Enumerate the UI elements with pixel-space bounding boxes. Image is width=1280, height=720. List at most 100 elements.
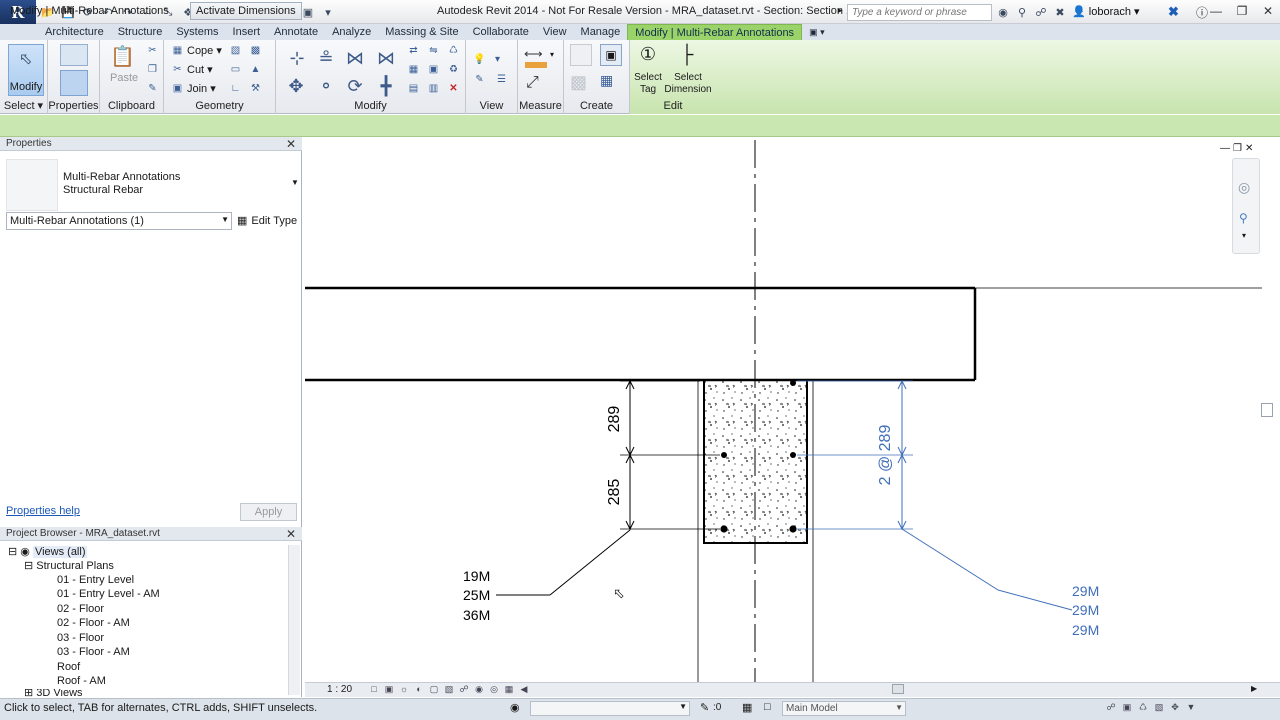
expand-icon[interactable]: ⊞	[24, 689, 33, 697]
crop-view-icon[interactable]: ▢	[428, 683, 440, 695]
properties-close-icon[interactable]: ✕	[286, 137, 296, 151]
dim-label-bottom[interactable]: 285	[606, 479, 623, 506]
tab-modify-multi-rebar-annotations[interactable]: Modify | Multi-Rebar Annotations	[627, 24, 803, 40]
mirror-draw-icon[interactable]: ⋈	[372, 44, 400, 72]
select-pinned-icon[interactable]: ♺	[1137, 701, 1149, 713]
activate-dimensions-button[interactable]: Activate Dimensions	[190, 2, 302, 20]
measure-distance-icon[interactable]: ⟷	[524, 46, 548, 61]
detail-level-icon[interactable]: □	[368, 683, 380, 695]
trim-extend-icon[interactable]: ╋	[372, 72, 400, 100]
rebar-dot[interactable]	[720, 525, 728, 533]
tab-systems[interactable]: Systems	[169, 24, 225, 40]
visual-style-icon[interactable]: ▣	[383, 683, 395, 695]
pin-icon[interactable]: ♺	[446, 43, 461, 58]
ribbon-minimize-icon[interactable]: ▣ ▾	[802, 24, 832, 40]
array-icon[interactable]: ▦	[406, 62, 421, 77]
tab-annotate[interactable]: Annotate	[267, 24, 325, 40]
reveal-hidden-icon[interactable]: ◎	[488, 683, 500, 695]
tab-massing-site[interactable]: Massing & Site	[378, 24, 465, 40]
create-assembly-icon[interactable]	[570, 44, 592, 66]
expand-search-icon[interactable]: ▸	[838, 5, 843, 16]
rotate-icon[interactable]: ⟳	[341, 72, 369, 100]
tree-item[interactable]: Roof - AM	[57, 675, 106, 687]
tab-insert[interactable]: Insert	[226, 24, 268, 40]
rebar-dot[interactable]	[790, 452, 796, 458]
select-dimension-icon[interactable]: ├	[674, 44, 700, 70]
view-scale[interactable]: 1 : 20	[327, 684, 352, 695]
communication-icon[interactable]: ✖	[1052, 4, 1068, 20]
tab-view[interactable]: View	[536, 24, 574, 40]
tab-manage[interactable]: Manage	[574, 24, 628, 40]
project-browser-scrollbar[interactable]	[288, 545, 300, 695]
beam-join-icon[interactable]: ∟	[228, 81, 243, 96]
tree-item[interactable]: Roof	[57, 661, 80, 673]
collapse-icon[interactable]: ⊟	[24, 560, 33, 572]
show-crop-icon[interactable]: ▧	[443, 683, 455, 695]
view-close-icon[interactable]: ✕	[1245, 143, 1253, 154]
select-dimension-button[interactable]: Select Dimension	[663, 72, 713, 96]
rebar-tag-right-3[interactable]: 29M	[1072, 622, 1099, 638]
tab-structure[interactable]: Structure	[111, 24, 170, 40]
trim-multiple-icon[interactable]: ▤	[406, 81, 421, 96]
delete-icon[interactable]: ✕	[446, 81, 461, 96]
split-face-icon[interactable]: ▩	[248, 43, 263, 58]
shadows-icon[interactable]: ◐	[413, 683, 425, 695]
unlocked-view-icon[interactable]: ☍	[458, 683, 470, 695]
copy-icon[interactable]: ⚬	[312, 72, 340, 100]
subscription-icon[interactable]: ☍	[1033, 4, 1049, 20]
drawing-canvas[interactable]: 289 285 19M 25M 36M 2 @ 289 29M 29M 29M	[305, 137, 1280, 682]
copy-to-clipboard-icon[interactable]: ❐	[145, 62, 160, 77]
demolish-icon[interactable]: ▲	[248, 62, 263, 77]
properties-help-link[interactable]: Properties help	[6, 505, 80, 517]
measure-dropdown-icon[interactable]: ▾	[550, 50, 554, 59]
customize-qat-icon[interactable]: ▾	[320, 4, 336, 20]
create-group-icon[interactable]: ▦	[600, 72, 624, 94]
vertical-scroll-thumb[interactable]	[1261, 403, 1273, 417]
cope-button[interactable]: Cope ▾	[187, 44, 222, 57]
cope-icon[interactable]: ▦	[170, 43, 185, 58]
tree-root-views[interactable]: ⊟ ◉ Views (all)	[8, 545, 88, 558]
dimension-icon[interactable]	[525, 62, 547, 68]
scroll-right-icon[interactable]: ▶	[1251, 684, 1257, 693]
editable-only-icon[interactable]: ✎	[700, 701, 709, 714]
tree-item[interactable]: 03 - Floor - AM	[57, 646, 130, 658]
paste-button[interactable]: Paste	[110, 72, 138, 84]
collapse-icon[interactable]: ⊟	[8, 546, 17, 558]
split-element-icon[interactable]: ⇄	[406, 43, 421, 58]
scale-icon[interactable]: ▣	[426, 62, 441, 77]
search-icon[interactable]: ⚲	[1014, 4, 1030, 20]
tab-collaborate[interactable]: Collaborate	[466, 24, 536, 40]
select-tag-icon[interactable]: ①	[636, 44, 660, 70]
horizontal-scroll-thumb[interactable]	[892, 684, 904, 694]
align-icon[interactable]: ⊹	[283, 44, 311, 72]
binoculars-icon[interactable]: ◉	[995, 4, 1011, 20]
project-browser-close-icon[interactable]: ✕	[286, 527, 296, 541]
tab-analyze[interactable]: Analyze	[325, 24, 378, 40]
view-restore-icon[interactable]: ❐	[1233, 143, 1242, 154]
join-button[interactable]: Join ▾	[187, 82, 216, 95]
apply-button[interactable]: Apply	[240, 503, 297, 521]
type-selector-dropdown-icon[interactable]: ▼	[291, 178, 299, 187]
scroll-left-icon[interactable]: ◀	[518, 683, 530, 695]
drag-elements-icon[interactable]: ✥	[1169, 701, 1181, 713]
filter-icon[interactable]: ▼	[1185, 701, 1197, 713]
cut-geometry-icon[interactable]: ✂	[170, 62, 185, 77]
modify-button[interactable]: ⬁ Modify	[8, 44, 44, 96]
mirror-axis-icon[interactable]: ⋈	[341, 44, 369, 72]
tab-architecture[interactable]: Architecture	[38, 24, 111, 40]
select-by-face-icon[interactable]: ▧	[1153, 701, 1165, 713]
aligned-measure-icon[interactable]: ⤢	[526, 74, 539, 92]
override-graphics-icon[interactable]: ✎	[472, 72, 487, 87]
multi-rebar-annotation[interactable]	[797, 379, 1073, 611]
view-minimize-icon[interactable]: —	[1220, 143, 1230, 154]
select-underlay-icon[interactable]: ▣	[1121, 701, 1133, 713]
rebar-dot[interactable]	[789, 525, 797, 533]
restore-icon[interactable]: ❐	[1230, 2, 1254, 20]
create-parts-icon[interactable]: ▩	[570, 72, 594, 94]
hammer-icon[interactable]: ⚒	[248, 81, 263, 96]
design-option-select[interactable]: Main Model ▼	[782, 701, 906, 716]
rebar-tag-left-1[interactable]: 19M	[463, 568, 490, 584]
split-gap-icon[interactable]: ⇋	[426, 43, 441, 58]
zoom-dropdown-icon[interactable]: ▾	[1242, 231, 1246, 240]
rebar-tag-right-2[interactable]: 29M	[1072, 602, 1099, 618]
